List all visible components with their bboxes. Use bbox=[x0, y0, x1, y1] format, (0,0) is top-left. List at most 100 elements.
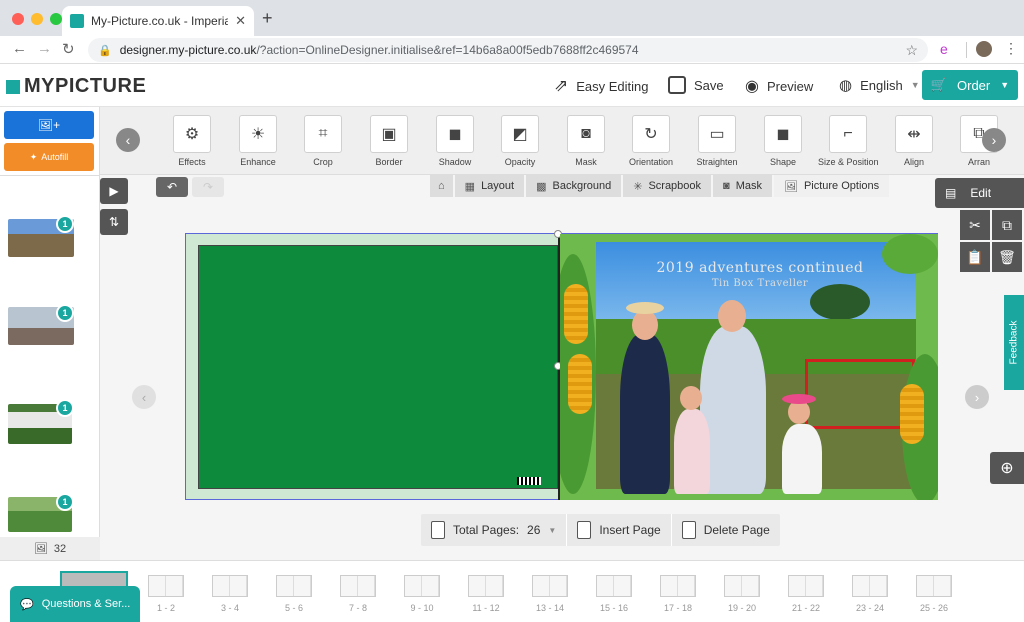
tool-mask-button[interactable]: ◙ Mask bbox=[556, 115, 616, 167]
tool-label: Opacity bbox=[504, 157, 536, 167]
photo-subtitle-text[interactable]: Tin Box Traveller bbox=[600, 278, 920, 289]
sort-photos-button[interactable]: ⇅ bbox=[100, 209, 128, 235]
tool-border-button[interactable]: ▣ Border bbox=[359, 115, 419, 167]
undo-button[interactable]: ↶ bbox=[156, 177, 188, 197]
page-thumbnail[interactable]: 13 - 14 bbox=[530, 575, 570, 613]
bookmark-star-icon[interactable]: ☆ bbox=[905, 42, 918, 59]
tab-mask[interactable]: ◙ Mask bbox=[713, 175, 772, 197]
questions-chat-button[interactable]: 💬 Questions & Ser... bbox=[10, 586, 140, 622]
home-tab[interactable]: ⌂ bbox=[430, 175, 453, 197]
tab-close-icon[interactable]: ✕ bbox=[235, 13, 246, 29]
tool-label: Crop bbox=[313, 157, 333, 167]
upload-photos-button[interactable]: 🖼+ bbox=[4, 111, 94, 139]
page-thumbnail[interactable]: 5 - 6 bbox=[274, 575, 314, 613]
tool-orientation-button[interactable]: ↻ Orientation bbox=[621, 115, 681, 167]
next-spread-icon[interactable]: › bbox=[965, 385, 989, 409]
logo[interactable]: MYPICTURE bbox=[6, 75, 146, 98]
tool-align-button[interactable]: ⇹ Align bbox=[884, 115, 944, 167]
tool-label: Align bbox=[903, 157, 924, 167]
crop-icon: ⌗ bbox=[304, 115, 342, 153]
page-thumbnail[interactable]: 11 - 12 bbox=[466, 575, 506, 613]
browser-menu-icon[interactable]: ⋮ bbox=[1004, 40, 1018, 57]
page-thumbnail[interactable]: 25 - 26 bbox=[914, 575, 954, 613]
delete-button[interactable]: 🗑 bbox=[992, 242, 1022, 272]
tab-label: Layout bbox=[481, 180, 515, 192]
tool-shape-button[interactable]: ◼ Shape bbox=[753, 115, 813, 167]
language-select[interactable]: ◍ English ▼ bbox=[839, 76, 920, 94]
paste-button[interactable]: 📋 bbox=[960, 242, 990, 272]
preview-button[interactable]: ◉ Preview bbox=[745, 76, 813, 96]
page-thumbnail-image bbox=[724, 575, 760, 597]
page-thumbnail-label: 7 - 8 bbox=[348, 603, 367, 613]
copy-button[interactable]: ⧉ bbox=[992, 210, 1022, 240]
edit-panel-header[interactable]: ▤ Edit bbox=[935, 178, 1024, 208]
page-thumbnail[interactable]: 1 - 2 bbox=[146, 575, 186, 613]
mask-icon: ◙ bbox=[567, 115, 605, 153]
page-thumbnail[interactable]: 19 - 20 bbox=[722, 575, 762, 613]
total-pages-select[interactable]: Total Pages: 26 ▼ bbox=[421, 514, 568, 546]
tab-label: Scrapbook bbox=[648, 180, 702, 192]
tool-size-position-button[interactable]: ⌐ Size & Position bbox=[818, 115, 879, 167]
tool-label: Effects bbox=[178, 157, 206, 167]
page-thumbnail[interactable]: 17 - 18 bbox=[658, 575, 698, 613]
tab-layout[interactable]: ▦ Layout bbox=[454, 175, 525, 197]
page-thumbnail-label: 19 - 20 bbox=[727, 603, 757, 613]
redo-button[interactable]: ↷ bbox=[192, 177, 224, 197]
autofill-button[interactable]: ✦ Autofill bbox=[4, 143, 94, 171]
autofill-label: Autofill bbox=[41, 152, 69, 162]
minimize-window-dot[interactable] bbox=[31, 13, 43, 25]
back-arrow-icon[interactable]: ← bbox=[12, 40, 27, 57]
feedback-tab[interactable]: Feedback bbox=[1004, 295, 1024, 390]
toolbar-scroll-right-icon[interactable]: › bbox=[982, 128, 1006, 152]
page-thumbnail-label: 5 - 6 bbox=[284, 603, 303, 613]
previous-spread-icon[interactable]: ‹ bbox=[132, 385, 156, 409]
tab-background[interactable]: ▩ Background bbox=[526, 175, 622, 197]
photo-person bbox=[782, 424, 822, 494]
right-page-photo[interactable]: 2019 adventures continued Tin Box Travel… bbox=[560, 234, 938, 500]
tab-scrapbook[interactable]: ✳ Scrapbook bbox=[623, 175, 712, 197]
page-thumbnail[interactable]: 3 - 4 bbox=[210, 575, 250, 613]
tool-enhance-button[interactable]: ☀ Enhance bbox=[228, 115, 288, 167]
easy-editing-button[interactable]: ⇗ Easy Editing bbox=[554, 76, 649, 96]
page-thumbnail-label: 11 - 12 bbox=[472, 603, 500, 613]
cut-button[interactable]: ✂ bbox=[960, 210, 990, 240]
expand-sidebar-button[interactable]: ▶ bbox=[100, 178, 128, 204]
eye-icon: ◉ bbox=[745, 78, 759, 95]
delete-page-button[interactable]: Delete Page bbox=[672, 514, 780, 546]
browser-tab[interactable]: My-Picture.co.uk - Imperial Ph ✕ bbox=[62, 6, 254, 36]
order-button[interactable]: 🛒 Order ▼ bbox=[922, 70, 1018, 100]
tool-crop-button[interactable]: ⌗ Crop bbox=[293, 115, 353, 167]
tool-label: Straighten bbox=[696, 157, 738, 167]
left-page[interactable] bbox=[198, 245, 558, 489]
page-spread[interactable]: 2019 adventures continued Tin Box Travel… bbox=[185, 230, 938, 500]
save-button[interactable]: Save bbox=[668, 76, 724, 94]
address-bar[interactable]: 🔒 designer.my-picture.co.uk/?action=Onli… bbox=[88, 38, 928, 62]
photo-title-text[interactable]: 2019 adventures continued bbox=[600, 260, 920, 276]
tool-opacity-button[interactable]: ◩ Opacity bbox=[490, 115, 550, 167]
page-thumbnail[interactable]: 9 - 10 bbox=[402, 575, 442, 613]
page-thumbnail-label: 21 - 22 bbox=[791, 603, 821, 613]
tool-shadow-button[interactable]: ◼ Shadow bbox=[425, 115, 485, 167]
page-thumbnail[interactable]: 23 - 24 bbox=[850, 575, 890, 613]
close-window-dot[interactable] bbox=[12, 13, 24, 25]
extension-icon[interactable]: e bbox=[940, 41, 948, 57]
insert-page-button[interactable]: Insert Page bbox=[567, 514, 672, 546]
page-thumbnail[interactable]: 7 - 8 bbox=[338, 575, 378, 613]
page-thumbnail[interactable]: 21 - 22 bbox=[786, 575, 826, 613]
url-text: designer.my-picture.co.uk/?action=Online… bbox=[119, 43, 639, 57]
zoom-button[interactable]: ⊕ bbox=[990, 452, 1024, 484]
page-thumbnail[interactable]: 15 - 16 bbox=[594, 575, 634, 613]
orientation-icon: ↻ bbox=[632, 115, 670, 153]
tab-picture-options[interactable]: 🖼 Picture Options bbox=[773, 175, 890, 197]
new-tab-button[interactable]: + bbox=[262, 8, 273, 29]
tool-straighten-button[interactable]: ▭ Straighten bbox=[687, 115, 747, 167]
order-dropdown-icon[interactable]: ▼ bbox=[1000, 80, 1009, 90]
profile-avatar[interactable] bbox=[976, 41, 992, 57]
forward-arrow-icon[interactable]: → bbox=[37, 40, 52, 57]
page-thumbnail-label: 25 - 26 bbox=[919, 603, 949, 613]
toolbar-scroll-left-icon[interactable]: ‹ bbox=[116, 128, 140, 152]
tool-effects-button[interactable]: ⚙ Effects bbox=[162, 115, 222, 167]
maximize-window-dot[interactable] bbox=[50, 13, 62, 25]
reload-icon[interactable]: ↻ bbox=[62, 40, 75, 58]
shape-icon: ◼ bbox=[764, 115, 802, 153]
